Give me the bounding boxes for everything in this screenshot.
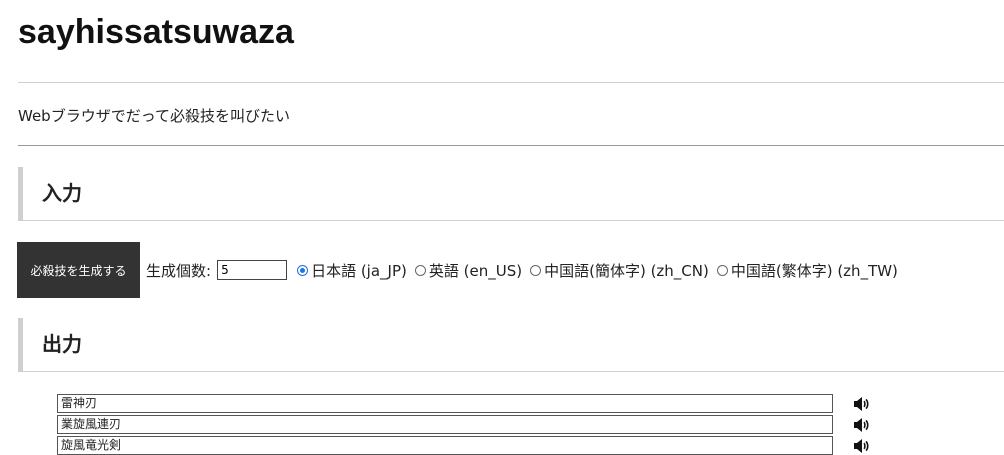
page: sayhissatsuwaza Webブラウザでだって必殺技を叫びたい 入力 必…: [0, 0, 1004, 455]
language-option-zh-tw[interactable]: 中国語(繁体字) (zh_TW): [716, 260, 898, 281]
result-row: 業旋風連刃: [57, 414, 873, 435]
tagline: Webブラウザでだって必殺技を叫びたい: [18, 107, 290, 125]
language-option-zh-cn[interactable]: 中国語(簡体字) (zh_CN): [530, 260, 709, 281]
result-text-field[interactable]: 旋風竜光剣: [57, 436, 833, 455]
results-list: 雷神刃 業旋風連刃 旋風竜光剣: [57, 393, 873, 455]
speaker-icon[interactable]: [853, 438, 873, 454]
radio-icon[interactable]: [530, 264, 542, 276]
language-label: 日本語 (ja_JP): [311, 261, 407, 280]
input-section-header: 入力: [18, 167, 1004, 221]
header-divider: [18, 82, 1004, 83]
language-label: 中国語(簡体字) (zh_CN): [544, 261, 709, 280]
generate-button[interactable]: 必殺技を生成する: [17, 242, 140, 298]
radio-icon[interactable]: [414, 264, 426, 276]
result-row: 旋風竜光剣: [57, 435, 873, 455]
app-title: sayhissatsuwaza: [18, 13, 294, 51]
count-label: 生成個数:: [146, 261, 212, 280]
result-row: 雷神刃: [57, 393, 873, 414]
tagline-divider: [18, 145, 1004, 146]
result-text-field[interactable]: 雷神刃: [57, 394, 833, 413]
language-option-ja-jp[interactable]: 日本語 (ja_JP): [297, 260, 407, 281]
radio-checked-icon[interactable]: [297, 264, 309, 276]
output-section-header: 出力: [18, 318, 1004, 372]
radio-icon[interactable]: [716, 264, 728, 276]
speaker-icon[interactable]: [853, 396, 873, 412]
result-text-field[interactable]: 業旋風連刃: [57, 415, 833, 434]
speaker-icon[interactable]: [853, 417, 873, 433]
count-input[interactable]: [217, 260, 288, 280]
language-label: 中国語(繁体字) (zh_TW): [730, 261, 898, 280]
input-section-heading: 入力: [42, 181, 82, 205]
language-label: 英語 (en_US): [428, 261, 523, 280]
output-section-heading: 出力: [42, 332, 82, 356]
generator-controls: 必殺技を生成する 生成個数: 日本語 (ja_JP) 英語 (en_US) 中国…: [17, 242, 898, 298]
language-option-en-us[interactable]: 英語 (en_US): [414, 260, 523, 281]
